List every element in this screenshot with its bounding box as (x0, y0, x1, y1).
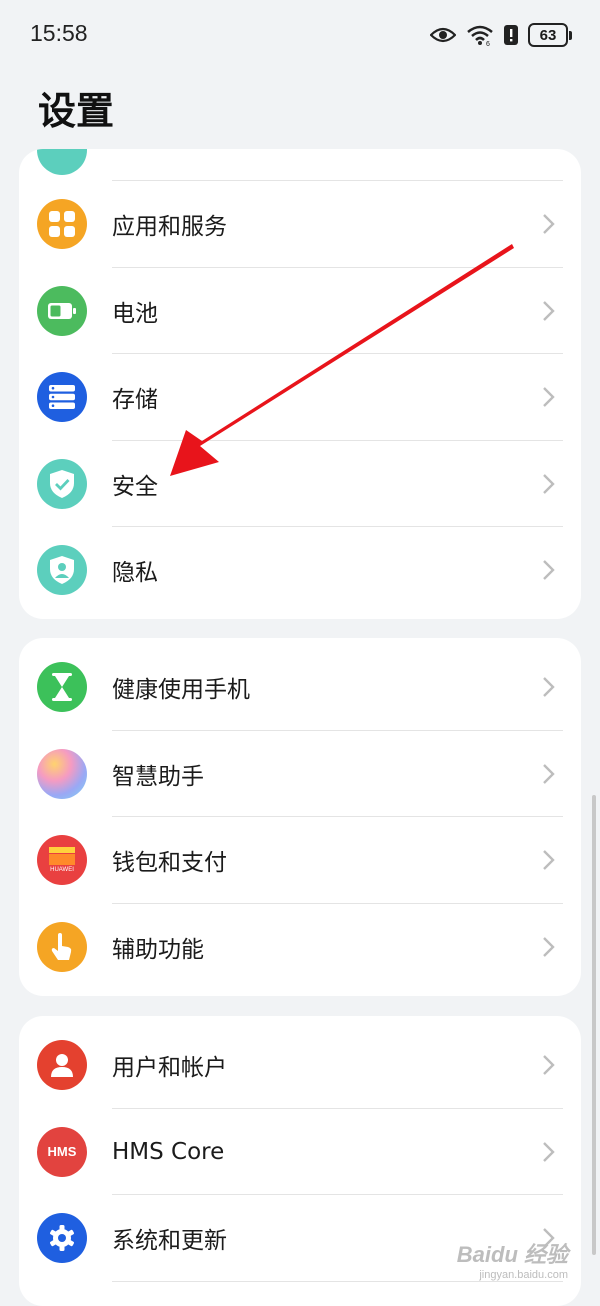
settings-group-1: 应用和服务 电池 存储 安全 隐私 (19, 149, 581, 619)
status-bar: 15:58 6 63 (0, 0, 600, 70)
battery-tip (569, 30, 572, 40)
wallet-icon-text: HUAWEI (50, 867, 74, 874)
chevron-right-icon (543, 560, 555, 581)
chevron-right-icon (543, 214, 555, 235)
hand-icon (37, 921, 87, 972)
apps-icon (37, 199, 87, 250)
privacy-shield-icon (37, 545, 87, 596)
alert-icon (504, 25, 518, 45)
battery-icon (37, 285, 87, 336)
gear-icon (37, 1213, 87, 1264)
assistant-icon (37, 748, 87, 799)
hourglass-icon (37, 662, 87, 713)
partial-item-icon (37, 149, 87, 175)
settings-item-label: 安全 (112, 473, 158, 500)
hms-icon-text: HMS (47, 1144, 77, 1160)
chevron-right-icon (543, 387, 555, 408)
chevron-right-icon (543, 850, 555, 871)
storage-icon (37, 372, 87, 423)
chevron-right-icon (543, 1141, 555, 1162)
settings-item-label: 应用和服务 (112, 214, 227, 241)
settings-item-label: 用户和帐户 (112, 1055, 227, 1082)
settings-item-label: 钱包和支付 (112, 850, 227, 877)
settings-item-label: HMS Core (112, 1138, 225, 1165)
chevron-right-icon (543, 763, 555, 784)
scrollbar[interactable] (592, 795, 596, 1255)
eye-icon (430, 27, 456, 43)
svg-text:6: 6 (486, 41, 490, 46)
watermark: Baidu 经验 jingyan.baidu.com (457, 1237, 568, 1281)
settings-item-digital-balance[interactable]: 健康使用手机 (19, 644, 581, 731)
settings-item-users-accounts[interactable]: 用户和帐户 (19, 1022, 581, 1109)
settings-item-hms-core[interactable]: HMS HMS Core (19, 1109, 581, 1195)
settings-item-label: 健康使用手机 (112, 677, 250, 704)
settings-item-apps-services[interactable]: 应用和服务 (19, 181, 581, 268)
battery-indicator: 63 (528, 23, 572, 47)
settings-item-accessibility[interactable]: 辅助功能 (19, 904, 581, 991)
settings-item-label: 辅助功能 (112, 936, 204, 963)
page-title: 设置 (38, 89, 115, 133)
status-time: 15:58 (30, 20, 88, 46)
settings-item-security[interactable]: 安全 (19, 441, 581, 527)
watermark-url: jingyan.baidu.com (479, 1269, 568, 1281)
settings-item-storage[interactable]: 存储 (19, 354, 581, 441)
user-icon (37, 1040, 87, 1091)
wifi-icon: 6 (467, 25, 493, 46)
settings-item-assistant[interactable]: 智慧助手 (19, 731, 581, 817)
chevron-right-icon (543, 300, 555, 321)
watermark-logo: Baidu 经验 (456, 1242, 568, 1267)
settings-item-battery[interactable]: 电池 (19, 268, 581, 354)
settings-item-label: 存储 (112, 387, 158, 414)
settings-item-privacy[interactable]: 隐私 (19, 527, 581, 614)
chevron-right-icon (543, 677, 555, 698)
wallet-icon: HUAWEI (37, 835, 87, 886)
shield-check-icon (37, 458, 87, 509)
settings-group-2: 健康使用手机 智慧助手 HUAWEI 钱包和支付 辅助功能 (19, 638, 581, 996)
chevron-right-icon (543, 1055, 555, 1076)
battery-level: 63 (528, 23, 568, 47)
settings-item-label: 系统和更新 (112, 1228, 227, 1255)
settings-item-label: 智慧助手 (112, 763, 204, 790)
settings-item-label: 电池 (112, 300, 158, 327)
hms-icon: HMS (37, 1126, 87, 1177)
chevron-right-icon (543, 936, 555, 957)
settings-item-label: 隐私 (112, 560, 158, 587)
status-icons: 6 63 (430, 20, 572, 50)
chevron-right-icon (543, 473, 555, 494)
settings-item-wallet[interactable]: HUAWEI 钱包和支付 (19, 817, 581, 904)
